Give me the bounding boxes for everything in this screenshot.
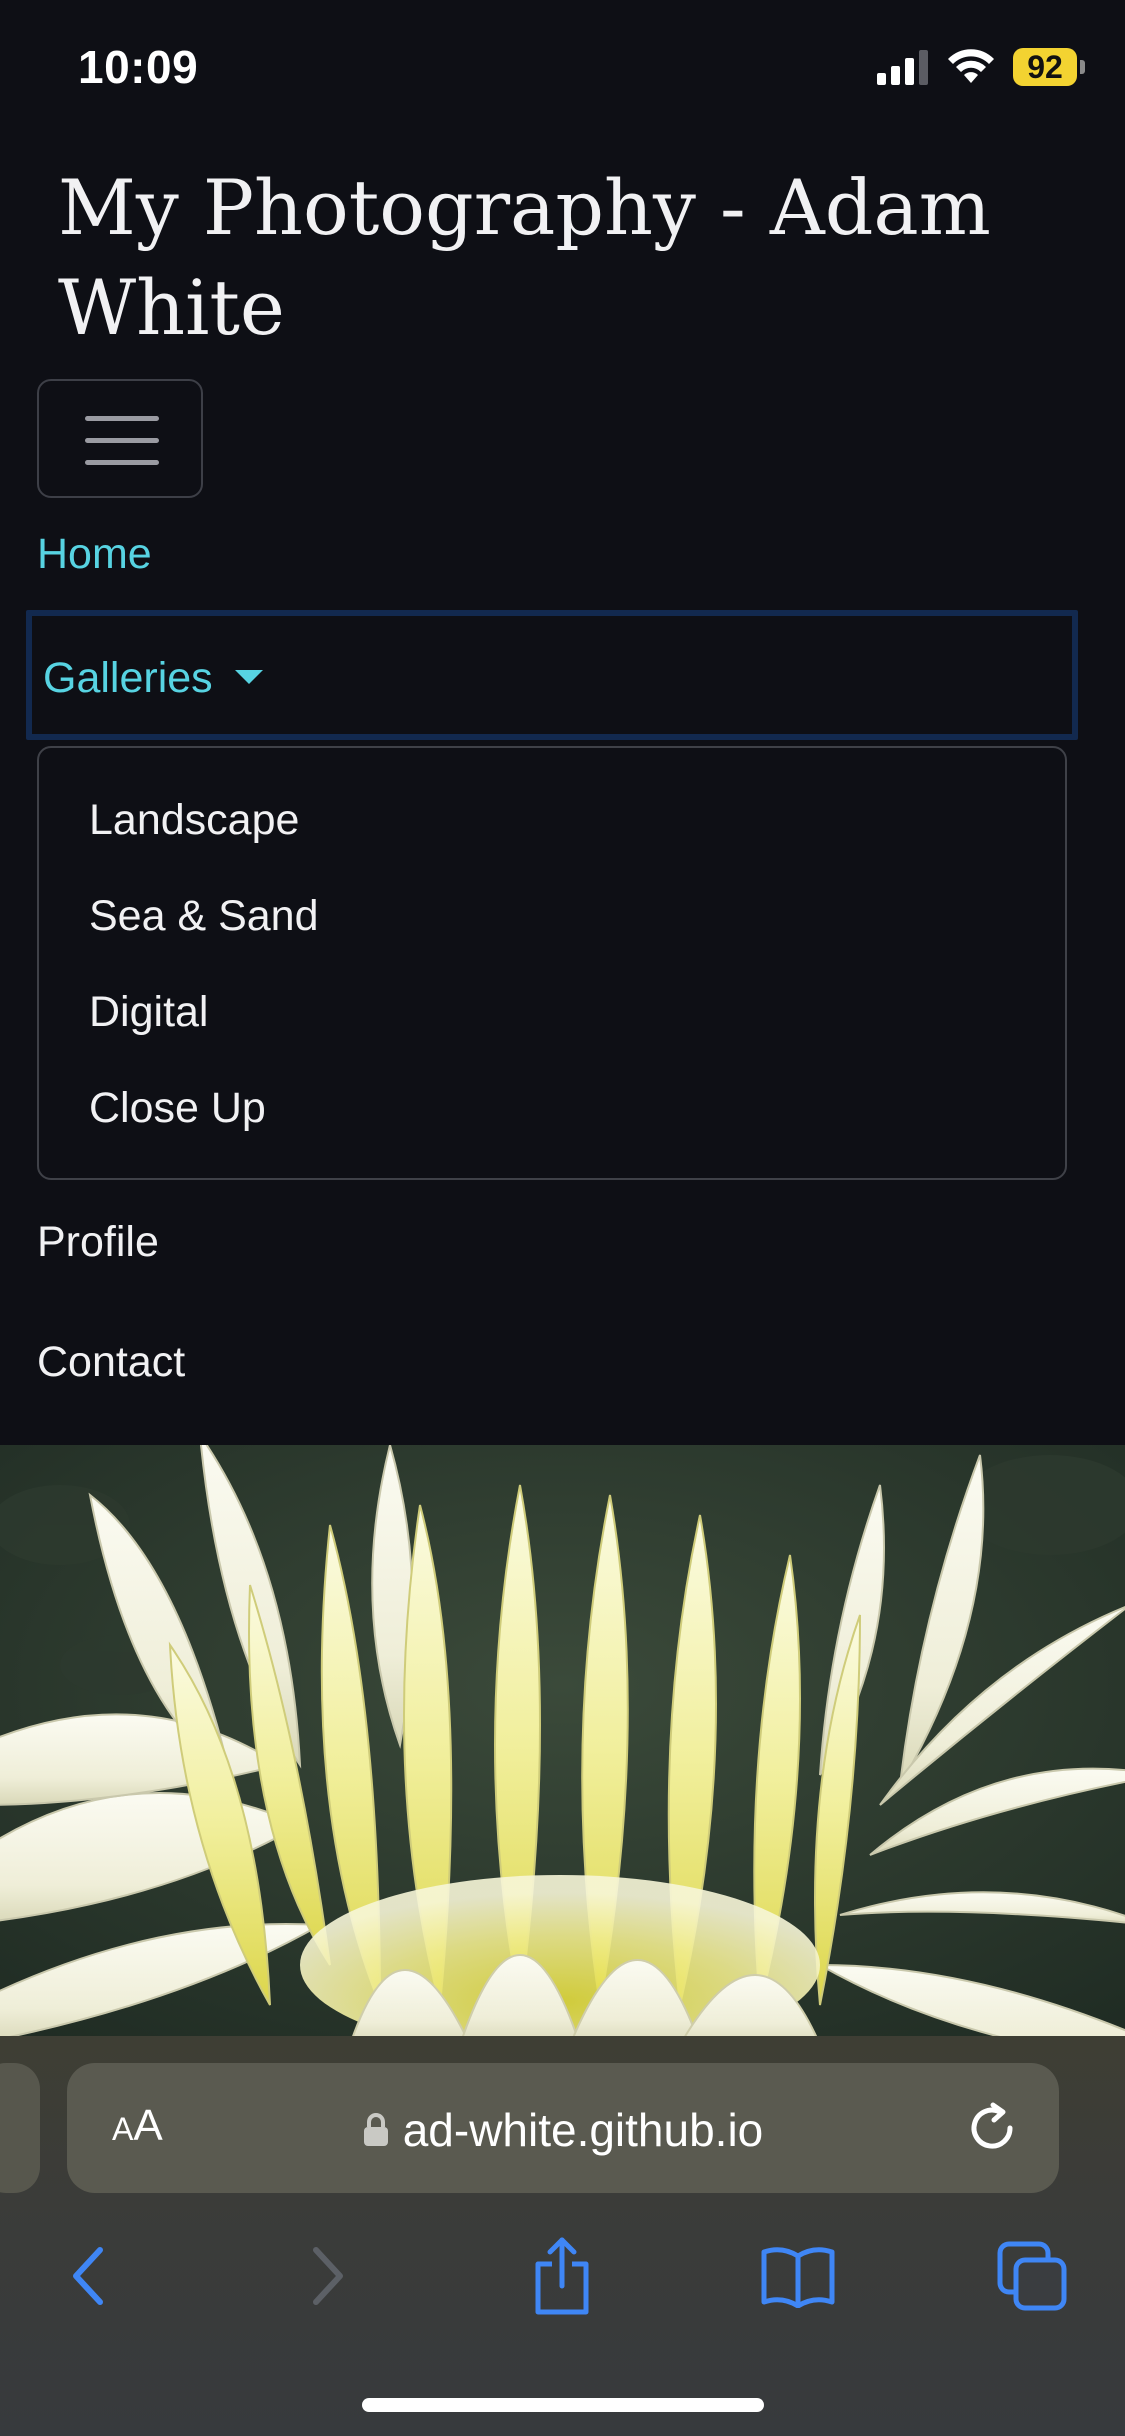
back-icon xyxy=(73,2247,103,2305)
caret-down-icon xyxy=(234,669,263,684)
bookmarks-button[interactable] xyxy=(758,2236,838,2316)
dropdown-item-digital[interactable]: Digital xyxy=(89,988,209,1037)
share-button[interactable] xyxy=(522,2236,602,2316)
reload-icon[interactable] xyxy=(965,2101,1019,2155)
dahlia-image xyxy=(0,1445,1125,2045)
dropdown-item-close-up[interactable]: Close Up xyxy=(89,1084,266,1133)
tabs-icon xyxy=(997,2241,1067,2311)
battery-icon: 92 xyxy=(1013,48,1085,86)
bookmarks-icon xyxy=(761,2247,835,2308)
previous-tab-preview[interactable] xyxy=(0,2063,40,2193)
nav-galleries-dropdown-toggle[interactable]: Galleries xyxy=(43,654,263,703)
status-icons: 92 xyxy=(877,48,1085,86)
url-display[interactable]: ad-white.github.io xyxy=(67,2103,1059,2157)
browser-toolbar: AA ad-white.github.io xyxy=(0,2036,1125,2436)
dropdown-item-landscape[interactable]: Landscape xyxy=(89,796,299,845)
back-button[interactable] xyxy=(48,2236,128,2316)
lock-icon xyxy=(363,2113,388,2146)
cellular-signal-icon xyxy=(877,50,928,85)
dropdown-item-sea-sand[interactable]: Sea & Sand xyxy=(89,892,319,941)
share-icon xyxy=(535,2237,589,2315)
nav-home-link[interactable]: Home xyxy=(37,530,152,579)
nav-profile-link[interactable]: Profile xyxy=(37,1218,159,1267)
battery-level: 92 xyxy=(1013,48,1077,86)
wifi-icon xyxy=(948,49,994,83)
navbar-toggler-button[interactable] xyxy=(37,379,203,498)
url-text: ad-white.github.io xyxy=(402,2104,764,2156)
nav-galleries-focus-ring[interactable]: Galleries xyxy=(26,610,1078,740)
forward-button[interactable] xyxy=(288,2236,368,2316)
tabs-button[interactable] xyxy=(992,2236,1072,2316)
home-indicator[interactable] xyxy=(362,2398,764,2412)
galleries-dropdown-menu: Landscape Sea & Sand Digital Close Up xyxy=(37,746,1067,1180)
address-bar[interactable]: AA ad-white.github.io xyxy=(67,2063,1059,2193)
site-title[interactable]: My Photography - Adam White xyxy=(58,158,1058,358)
status-time: 10:09 xyxy=(78,41,199,93)
safari-bottom-toolbar xyxy=(0,2236,1125,2346)
forward-icon xyxy=(313,2247,343,2305)
nav-galleries-label: Galleries xyxy=(43,654,213,702)
nav-contact-link[interactable]: Contact xyxy=(37,1338,185,1387)
hamburger-icon xyxy=(85,416,159,466)
status-bar: 10:09 92 xyxy=(0,0,1125,140)
hero-photo xyxy=(0,1445,1125,2045)
